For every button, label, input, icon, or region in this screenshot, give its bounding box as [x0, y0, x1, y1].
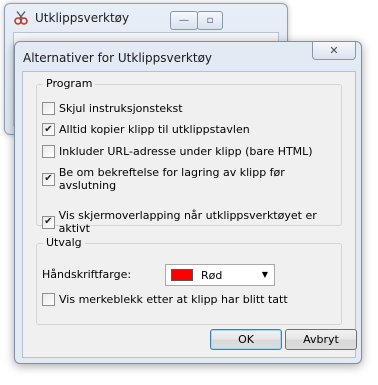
- checkbox[interactable]: [42, 293, 55, 306]
- dialog-title: Alternativer for Utklippsverktøy: [23, 51, 213, 65]
- option-label: Inkluder URL-adresse under klipp (bare H…: [59, 145, 313, 158]
- checkmark-icon: ✔: [44, 123, 53, 135]
- selection-group: Utvalg Håndskriftfarge: Rød ▼ Vis merkeb…: [36, 236, 342, 325]
- option-label: Vis merkeblekk etter at klipp har blitt …: [59, 293, 288, 306]
- window-title: Utklippsverktøy: [35, 11, 130, 25]
- program-group: Program Skjul instruksjonstekst ✔ Alltid…: [36, 77, 342, 235]
- chevron-down-icon: ▼: [261, 270, 268, 279]
- option-confirm-save[interactable]: ✔ Be om bekreftelse for lagring av klipp…: [42, 166, 341, 192]
- ok-button[interactable]: OK: [210, 329, 282, 350]
- minimize-button[interactable]: —: [170, 11, 198, 30]
- scissors-icon: [13, 10, 29, 26]
- ink-color-dropdown[interactable]: Rød ▼: [165, 264, 275, 286]
- option-label: Be om bekreftelse for lagring av klipp f…: [58, 166, 285, 192]
- option-include-url[interactable]: Inkluder URL-adresse under klipp (bare H…: [42, 145, 313, 158]
- maximize-button[interactable]: ▫: [197, 11, 223, 30]
- option-hide-instructions[interactable]: Skjul instruksjonstekst: [42, 102, 183, 115]
- ink-color-value: Rød: [201, 268, 223, 282]
- maximize-icon: ▫: [206, 15, 214, 26]
- cancel-button[interactable]: Avbryt: [285, 329, 357, 350]
- close-icon: ✕: [329, 44, 339, 57]
- option-show-ink[interactable]: Vis merkeblekk etter at klipp har blitt …: [42, 293, 288, 306]
- option-label: Alltid kopier klipp til utklippstavlen: [59, 123, 250, 136]
- dialog-body: Program Skjul instruksjonstekst ✔ Alltid…: [22, 71, 356, 358]
- checkbox[interactable]: [42, 145, 55, 158]
- checkmark-icon: ✔: [44, 173, 53, 184]
- ink-color-label: Håndskriftfarge:: [42, 268, 132, 281]
- option-show-overlay[interactable]: ✔ Vis skjermoverlapping når utklippsverk…: [42, 209, 341, 235]
- checkbox-checked[interactable]: ✔: [42, 215, 55, 229]
- cancel-button-label: Avbryt: [303, 333, 339, 346]
- option-copy-to-clipboard[interactable]: ✔ Alltid kopier klipp til utklippstavlen: [42, 123, 250, 136]
- ok-button-label: OK: [238, 333, 254, 346]
- close-button[interactable]: ✕: [312, 42, 356, 60]
- options-dialog: Alternativer for Utklippsverktøy ✕ Progr…: [14, 41, 362, 364]
- checkbox-checked[interactable]: ✔: [42, 172, 55, 186]
- option-label: Skjul instruksjonstekst: [59, 102, 183, 115]
- program-group-label: Program: [43, 77, 96, 90]
- option-label: Vis skjermoverlapping når utklippsverktø…: [58, 209, 317, 235]
- checkbox-checked[interactable]: ✔: [42, 123, 55, 136]
- color-swatch: [171, 269, 193, 281]
- selection-group-label: Utvalg: [43, 236, 85, 249]
- checkmark-icon: ✔: [44, 216, 53, 227]
- checkbox[interactable]: [42, 102, 55, 115]
- minimize-icon: —: [179, 15, 189, 26]
